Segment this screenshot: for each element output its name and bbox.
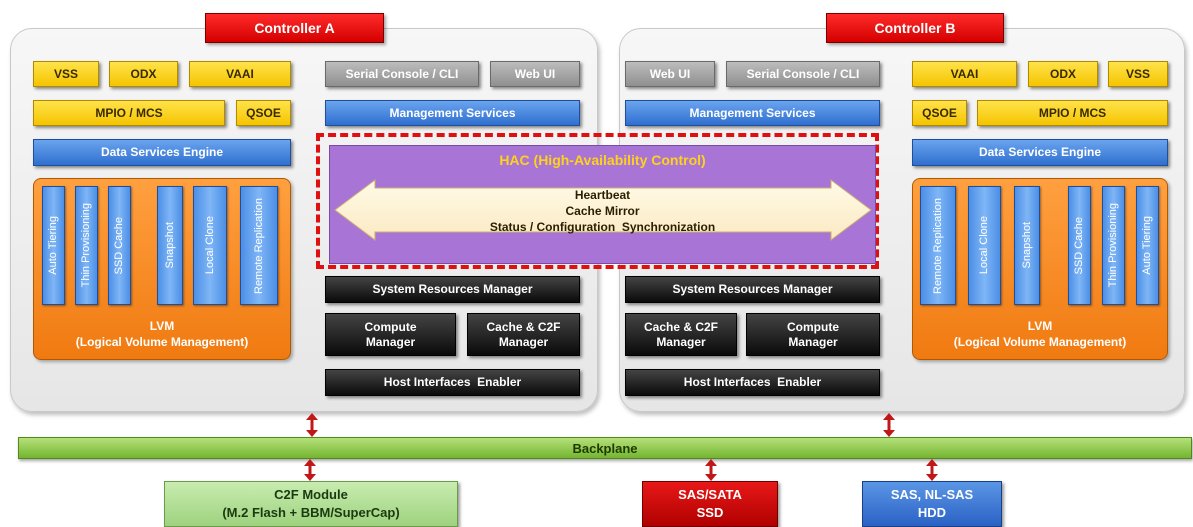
- serial-console-box-b: Serial Console / CLI: [726, 61, 880, 87]
- feature-ssd-cache-b: SSD Cache: [1068, 186, 1091, 305]
- ssd-type: SSD: [696, 505, 724, 520]
- connector-backplane-hdd: [926, 459, 938, 481]
- compute-manager-b-line2: Manager: [788, 334, 838, 349]
- vss-box-a: VSS: [33, 61, 99, 87]
- vaai-box-a: VAAI: [189, 61, 291, 87]
- c2f-module: C2F Module (M.2 Flash + BBM/SuperCap): [164, 481, 458, 527]
- feature-auto-tiering-b: Auto Tiering: [1136, 186, 1159, 305]
- hac-lines: Heartbeat Cache Mirror Status / Configur…: [329, 187, 876, 235]
- cache-c2f-manager-a-line2: Manager: [498, 334, 549, 349]
- hac-cache-mirror: Cache Mirror: [565, 204, 640, 218]
- mpio-box-b: MPIO / MCS: [977, 100, 1168, 126]
- feature-local-clone-a: Local Clone: [193, 186, 227, 305]
- web-ui-box-a: Web UI: [490, 61, 580, 87]
- host-interfaces-enabler-b: Host Interfaces Enabler: [625, 369, 880, 396]
- data-services-engine-b: Data Services Engine: [912, 139, 1168, 166]
- connector-controller-b-backplane: [883, 413, 895, 437]
- compute-manager-a-line1: Compute: [364, 319, 417, 334]
- qsoe-box-a: QSOE: [236, 100, 291, 126]
- cache-c2f-manager-a: Cache & C2F Manager: [467, 313, 580, 356]
- lvm-label-b: LVM (Logical Volume Management): [912, 312, 1168, 356]
- management-services-b: Management Services: [625, 100, 880, 126]
- management-services-a: Management Services: [325, 100, 580, 126]
- compute-manager-b: Compute Manager: [746, 313, 880, 356]
- hac-title: HAC (High-Availability Control): [499, 152, 706, 168]
- hdd-type: HDD: [917, 505, 947, 520]
- compute-manager-a: Compute Manager: [325, 313, 456, 356]
- cache-c2f-manager-b: Cache & C2F Manager: [625, 313, 737, 356]
- data-services-engine-a: Data Services Engine: [33, 139, 291, 166]
- host-interfaces-enabler-a: Host Interfaces Enabler: [325, 369, 580, 396]
- lvm-subtitle-b: (Logical Volume Management): [953, 335, 1127, 349]
- compute-manager-b-line1: Compute: [787, 319, 839, 334]
- system-resources-manager-b: System Resources Manager: [625, 276, 880, 303]
- compute-manager-a-line2: Manager: [365, 334, 416, 349]
- feature-remote-replication-a: Remote Replication: [240, 186, 278, 305]
- controller-a-title: Controller A: [205, 13, 384, 43]
- vss-box-b: VSS: [1108, 61, 1168, 87]
- feature-local-clone-b: Local Clone: [968, 186, 1001, 305]
- hac-status-sync: Status / Configuration Synchronization: [489, 220, 716, 234]
- mpio-box-a: MPIO / MCS: [33, 100, 225, 126]
- cache-c2f-manager-b-line2: Manager: [656, 334, 706, 349]
- cache-c2f-manager-a-line1: Cache & C2F: [486, 319, 561, 334]
- lvm-title-a: LVM: [149, 318, 175, 333]
- connector-backplane-ssd: [705, 459, 717, 481]
- feature-thin-provisioning-b: Thin Provisioning: [1102, 186, 1125, 305]
- feature-auto-tiering-a: Auto Tiering: [42, 186, 65, 305]
- controller-b-title: Controller B: [826, 13, 1004, 43]
- qsoe-box-b: QSOE: [912, 100, 967, 126]
- serial-console-box-a: Serial Console / CLI: [325, 61, 479, 87]
- web-ui-box-b: Web UI: [625, 61, 715, 87]
- feature-snapshot-a: Snapshot: [157, 186, 183, 305]
- odx-box-a: ODX: [109, 61, 178, 87]
- vaai-box-b: VAAI: [912, 61, 1017, 87]
- odx-box-b: ODX: [1028, 61, 1098, 87]
- sas-nl-sas-hdd: SAS, NL-SAS HDD: [862, 481, 1002, 527]
- hac-heartbeat: Heartbeat: [574, 188, 631, 202]
- sas-sata-ssd: SAS/SATA SSD: [642, 481, 778, 527]
- feature-ssd-cache-a: SSD Cache: [108, 186, 131, 305]
- lvm-label-a: LVM (Logical Volume Management): [33, 312, 291, 356]
- connector-controller-a-backplane: [306, 413, 318, 437]
- hdd-interface: SAS, NL-SAS: [890, 487, 974, 503]
- lvm-subtitle-a: (Logical Volume Management): [75, 335, 249, 349]
- cache-c2f-manager-b-line1: Cache & C2F: [643, 319, 719, 334]
- connector-backplane-c2f: [304, 459, 316, 481]
- lvm-title-b: LVM: [1027, 318, 1053, 333]
- system-resources-manager-a: System Resources Manager: [325, 276, 580, 303]
- c2f-module-detail: (M.2 Flash + BBM/SuperCap): [222, 505, 400, 520]
- feature-snapshot-b: Snapshot: [1014, 186, 1040, 305]
- ssd-interface: SAS/SATA: [678, 487, 742, 503]
- c2f-module-title: C2F Module: [274, 487, 348, 503]
- feature-remote-replication-b: Remote Replication: [920, 186, 956, 305]
- backplane-bar: Backplane: [18, 437, 1192, 459]
- feature-thin-provisioning-a: Thin Provisioning: [75, 186, 98, 305]
